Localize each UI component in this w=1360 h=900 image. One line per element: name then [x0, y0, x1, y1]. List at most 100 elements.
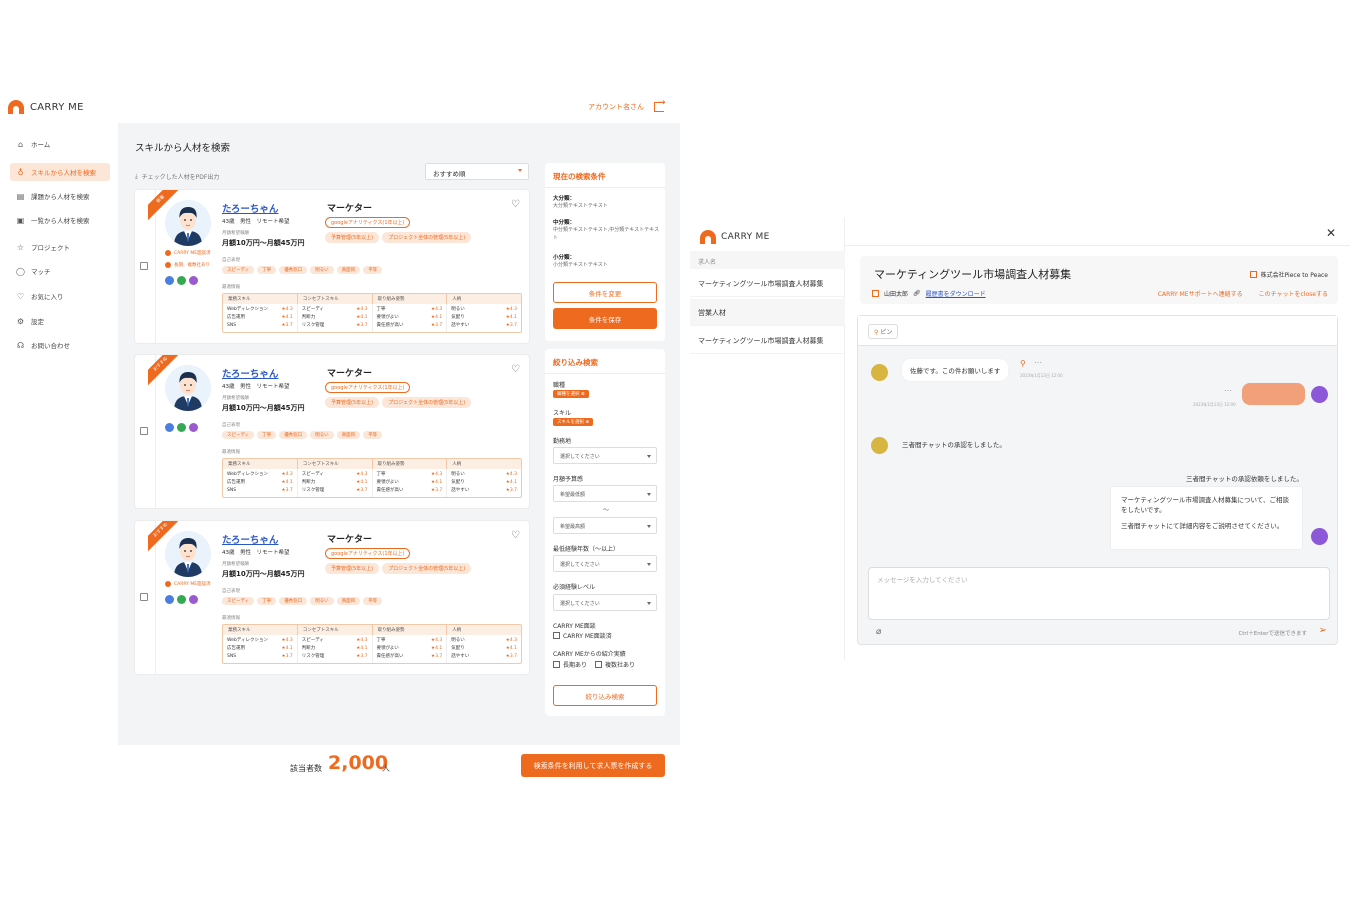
skill-name: Webディレクション [227, 638, 268, 643]
pdf-export-link[interactable]: ⤓ チェックした人材をPDF出力 [135, 172, 219, 182]
profile-link-icon[interactable] [165, 276, 174, 285]
sns-link-icon[interactable] [189, 423, 198, 432]
approval-request-card: マーケティングツール市場調査人材募集について、ご相談をしたいです。 三者間チャッ… [1110, 486, 1303, 550]
badge-line: 長期、複数社あり [165, 262, 210, 268]
portfolio-link-icon[interactable] [177, 595, 186, 604]
talent-name-link[interactable]: たろーちゃん [222, 201, 278, 215]
condition-label: 小分類： [553, 255, 576, 261]
intro-long-term-checkbox[interactable]: 長期あり [553, 660, 587, 669]
checkbox-box[interactable] [595, 661, 602, 668]
close-chat-link[interactable]: このチャットをcloseする [1259, 289, 1328, 298]
heart-icon: ♡ [16, 291, 25, 301]
trait-tag: 真面目 [336, 266, 361, 274]
level-select[interactable]: 選択してください [553, 594, 657, 611]
job-select-chip[interactable]: 職種を選択 ⊗ [553, 390, 589, 398]
portfolio-link-icon[interactable] [177, 423, 186, 432]
paperclip-icon: 🔗︎ [913, 290, 921, 297]
more-options-icon[interactable]: ⋯ [1224, 386, 1233, 395]
job-header-card: マーケティングツール市場調査人材募集 株式会社Piece to Peace 山田… [860, 256, 1338, 304]
skill-score: ★4.1 [281, 480, 293, 485]
change-conditions-button[interactable]: 条件を変更 [553, 282, 657, 303]
select-checkbox[interactable] [140, 427, 148, 435]
sidebar-item-contact[interactable]: ☊ お問い合わせ [10, 336, 110, 354]
sidebar-item-project[interactable]: ☆ プロジェクト [10, 238, 110, 256]
heart-icon[interactable]: ♡ [511, 199, 520, 210]
portfolio-link-icon[interactable] [177, 276, 186, 285]
profile-link-icon[interactable] [165, 423, 174, 432]
app-logo[interactable]: CARRY ME [8, 100, 84, 114]
talent-card[interactable]: 新着 CARRY ME面談済 長期、複数社あり たろーちゃん 43歳 男性 リモ… [134, 189, 530, 344]
app-logo[interactable]: CARRY ME [700, 230, 770, 244]
message-input[interactable]: メッセージを入力してください [868, 567, 1330, 620]
sidebar-item-list-search[interactable]: ▣ 一覧から人材を検索 [10, 211, 110, 229]
save-conditions-button[interactable]: 条件を保存 [553, 308, 657, 329]
role-skill-tags: googleアナリティクス(1年以上) 予算管理(5年以上) プロジェクト全体の管理… [325, 548, 525, 578]
select-checkbox[interactable] [140, 262, 148, 270]
sidebar-item-label: 設定 [31, 318, 44, 326]
talent-name-link[interactable]: たろーちゃん [222, 366, 278, 380]
paperclip-icon[interactable]: ⌀ [876, 627, 881, 637]
request-body-text: 三者間チャットにて詳細内容をご説明させてください。 [1121, 522, 1284, 530]
skill-column: 明るい ★4.3 気配り ★4.1 話やすい ★3.7 [447, 635, 521, 663]
skill-name: 丁寧 [376, 472, 386, 477]
account-name-link[interactable]: アカウント名さん [588, 102, 644, 112]
role-skill-tag: 予算管理(5年以上) [325, 563, 380, 574]
budget-min-select[interactable]: 希望最低額 [553, 485, 657, 502]
contact-support-link[interactable]: CARRY MEサポートへ連絡する [1158, 289, 1243, 298]
pin-button-label: ピン [880, 329, 893, 336]
skill-name: 気配り [451, 646, 465, 651]
logout-icon[interactable] [654, 98, 666, 112]
resume-download-link[interactable]: 履歴書をダウンロード [926, 289, 986, 298]
select-checkbox[interactable] [140, 593, 148, 601]
heart-icon[interactable]: ♡ [511, 364, 520, 375]
skill-score: ★4.3 [505, 472, 517, 477]
sidebar-item-skill-search[interactable]: ♁ スキルから人材を検索 [10, 163, 110, 181]
sns-link-icon[interactable] [189, 595, 198, 604]
interview-checkbox[interactable]: CARRY ME面談済 [553, 631, 612, 640]
sidebar-item-issue-search[interactable]: ▤ 課題から人材を検索 [10, 187, 110, 205]
sort-select[interactable]: おすすめ順 [425, 163, 529, 180]
check-badge-icon [165, 581, 171, 587]
talent-name-link[interactable]: たろーちゃん [222, 532, 278, 546]
talent-card[interactable]: おすすめ たろーちゃん 43歳 男性 リモート希望 月額希望報酬 月額10万円〜… [134, 354, 530, 509]
skill-score: ★4.3 [356, 307, 368, 312]
location-select[interactable]: 選択してください [553, 447, 657, 464]
more-options-icon[interactable]: ⋯ [1034, 358, 1043, 367]
sidebar-item-match[interactable]: ◯ マッチ [10, 262, 110, 280]
pin-icon[interactable]: ⚲ [1020, 359, 1026, 368]
intro-multi-company-checkbox[interactable]: 複数社あり [595, 660, 635, 669]
skill-row: 責任感が高い ★3.7 [377, 653, 443, 661]
salary-range: 月額10万円〜月額45万円 [222, 239, 305, 247]
avatar [1311, 386, 1328, 403]
skill-table: 業務スキル コンセプトスキル 取り組み姿勢 人柄 Webディレクション ★4.3 広告運用… [222, 624, 522, 664]
checkbox-box[interactable] [553, 661, 560, 668]
skill-name: 明るい [451, 638, 465, 643]
filter-search-button[interactable]: 絞り込み検索 [553, 685, 657, 706]
skill-column: スピーディ ★4.3 判断力 ★4.1 リスク管理 ★3.7 [298, 304, 373, 332]
sidebar-item-label: 課題から人材を検索 [31, 193, 90, 201]
job-list-item[interactable]: 営業人材 [690, 299, 845, 326]
sns-link-icon[interactable] [189, 276, 198, 285]
budget-max-select[interactable]: 希望最高額 [553, 517, 657, 534]
pin-button[interactable]: ⚲ ピン [868, 324, 899, 339]
avatar [871, 437, 888, 454]
checkbox-label: CARRY ME面談済 [563, 633, 612, 640]
years-select-value: 選択してください [560, 562, 600, 568]
skill-select-chip[interactable]: スキルを選択 ⊗ [553, 418, 594, 426]
job-list-item[interactable]: マーケティングツール市場調査人材募集 [690, 270, 845, 297]
talent-card[interactable]: おすすめ CARRY ME面談済 たろーちゃん 43歳 男性 リモート希望 月額… [134, 520, 530, 675]
skill-score: ★4.1 [431, 315, 443, 320]
profile-link-icon[interactable] [165, 595, 174, 604]
sidebar-item-home[interactable]: ⌂ ホーム [10, 135, 110, 153]
sidebar-item-favorites[interactable]: ♡ お気に入り [10, 287, 110, 305]
sidebar-item-settings[interactable]: ⚙ 設定 [10, 312, 110, 330]
checkbox-box[interactable] [553, 632, 560, 639]
years-select[interactable]: 選択してください [553, 555, 657, 572]
create-job-posting-button[interactable]: 検索条件を利用して求人票を作成する [521, 754, 665, 777]
skill-row: 責任感が高い ★3.7 [377, 487, 443, 495]
heart-icon[interactable]: ♡ [511, 530, 520, 541]
sidebar-item-label: ホーム [31, 141, 51, 149]
send-icon[interactable]: ➢ [1319, 625, 1327, 636]
job-list-item[interactable]: マーケティングツール市場調査人材募集 [690, 327, 845, 354]
close-icon[interactable]: ✕ [1326, 226, 1336, 240]
